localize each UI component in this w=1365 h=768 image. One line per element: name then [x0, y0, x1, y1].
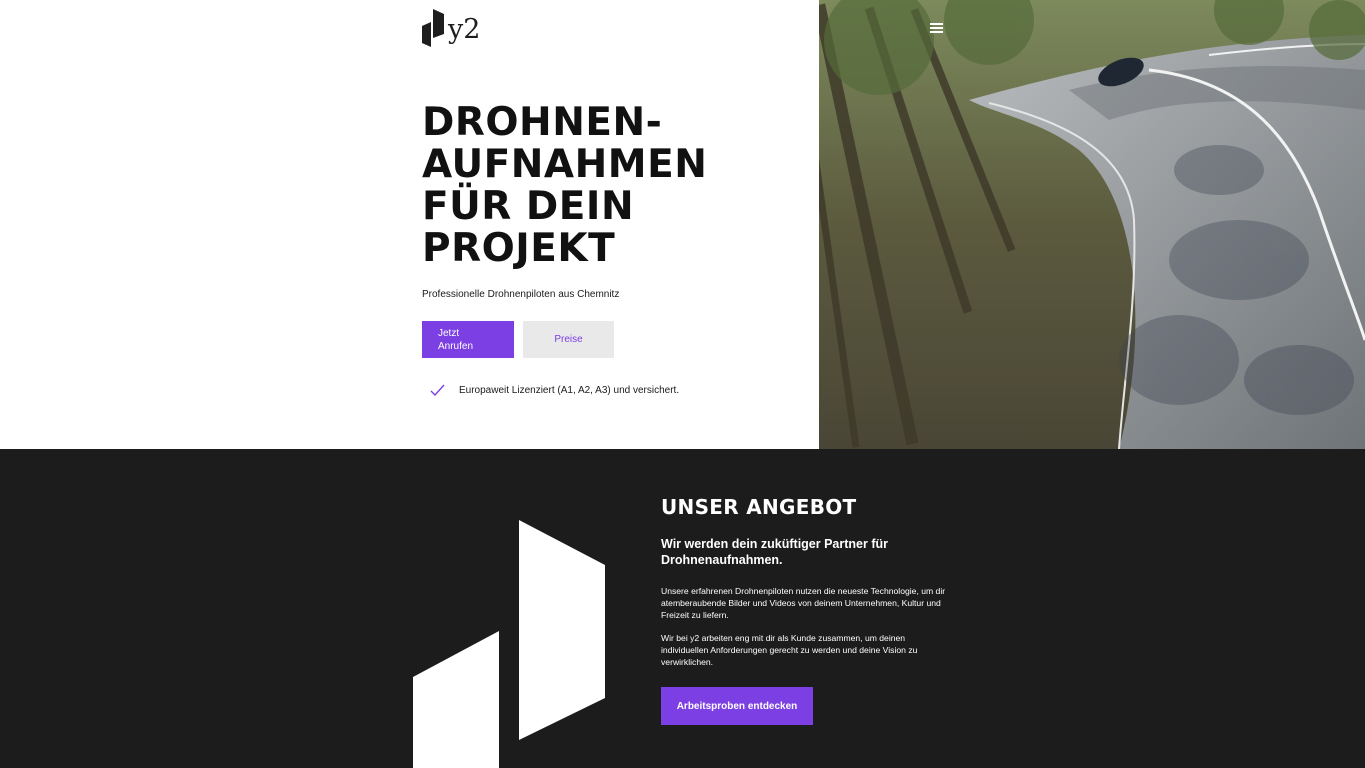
license-text: Europaweit Lizenziert (A1, A2, A3) und v…	[459, 385, 680, 396]
drone-road-image	[819, 0, 1365, 449]
hero-subtitle: Professionelle Drohnenpiloten aus Chemni…	[422, 289, 620, 300]
offer-lead: Wir werden dein zuküftiger Partner für D…	[661, 537, 889, 567]
offer-title: UNSER ANGEBOT	[661, 495, 857, 519]
y2-logo-mark-icon	[422, 9, 444, 47]
call-now-button-line: Anrufen	[438, 340, 474, 352]
hero-video	[819, 0, 1365, 449]
logo-text: y2	[448, 14, 481, 45]
prices-button[interactable]: Preise	[523, 321, 614, 358]
offer-section: UNSER ANGEBOT Wir werden dein zuküftiger…	[0, 449, 1365, 768]
offer-paragraph: Unsere erfahrenen Drohnenpiloten nutzen …	[661, 586, 946, 620]
logo-link[interactable]: y2	[422, 9, 480, 47]
hero-title-line: FÜR DEIN	[422, 184, 635, 229]
hero-title-line: DROHNEN-	[422, 100, 663, 145]
hero-title-line: PROJEKT	[422, 226, 616, 271]
hero-title-line: AUFNAHMEN	[422, 142, 708, 187]
checkmark-icon	[430, 384, 445, 397]
call-now-button-line: Jetzt	[438, 327, 460, 339]
offer-paragraph: Wir bei y2 arbeiten eng mit dir als Kund…	[661, 633, 918, 667]
hamburger-menu-icon[interactable]	[929, 21, 944, 35]
explore-work-samples-button[interactable]: Arbeitsproben entdecken	[661, 687, 813, 725]
hero-content: y2 DROHNEN- AUFNAHMEN FÜR DEIN PROJEKT P…	[0, 0, 819, 449]
license-note: Europaweit Lizenziert (A1, A2, A3) und v…	[430, 383, 679, 398]
call-now-button[interactable]: Jetzt Anrufen	[422, 321, 514, 358]
hero-section: y2 DROHNEN- AUFNAHMEN FÜR DEIN PROJEKT P…	[0, 0, 1365, 449]
hero-title: DROHNEN- AUFNAHMEN FÜR DEIN PROJEKT	[422, 102, 752, 270]
y2-logo-mark-large-icon	[413, 520, 605, 768]
